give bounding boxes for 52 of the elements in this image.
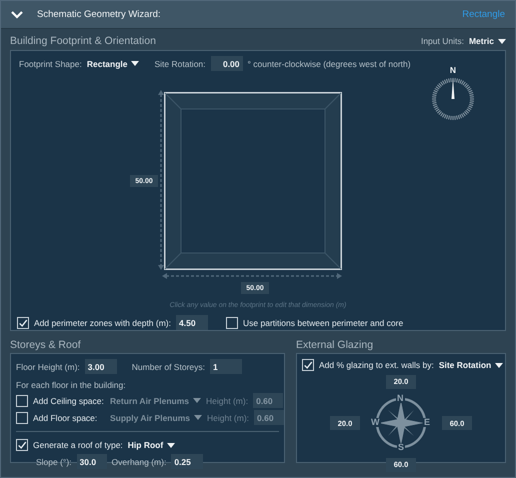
units-label: Input Units: (420, 36, 464, 46)
checkbox[interactable] (16, 394, 28, 406)
height-label: Height (m): (206, 396, 248, 406)
roof-label: Generate a roof of type: (33, 440, 123, 450)
section-title: External Glazing (296, 338, 374, 353)
north-label: N (450, 65, 456, 75)
section-title: Building Footprint & Orientation (10, 34, 156, 49)
rotation-note: ° counter-clockwise (degrees west of north) (248, 58, 411, 68)
caret-icon (131, 61, 140, 66)
shape-label: Footprint Shape: (19, 58, 82, 68)
compass-letter: N (396, 394, 404, 403)
compass-letter: W (370, 418, 380, 427)
roof-dropdown[interactable]: Hip Roof (128, 440, 176, 450)
overhang-label: Overhang (m): (112, 456, 166, 466)
glazing-method-dropdown[interactable]: Site Rotation (438, 360, 504, 370)
rotation-field[interactable]: 0.00 (210, 56, 243, 71)
checkbox[interactable] (16, 412, 28, 424)
caret-icon (167, 442, 176, 448)
floor-height-field[interactable]: 3.00 (84, 359, 117, 374)
checkbox[interactable] (302, 359, 314, 371)
compass-dial-icon (431, 77, 475, 121)
compass-letter: E (423, 418, 432, 427)
storeys-label: Number of Storeys: (132, 362, 205, 372)
caret-icon (194, 415, 202, 420)
partitions-label: Use partitions between perimeter and core (243, 318, 404, 328)
height-label: Height (m): (206, 412, 250, 422)
units-dropdown[interactable]: Metric (468, 36, 506, 46)
checkbox[interactable] (16, 439, 28, 451)
section-title: Storeys & Roof (10, 338, 82, 353)
floor-height-label: Floor Height (m): (16, 362, 80, 372)
chevron-icon[interactable] (11, 10, 23, 18)
plenum-dropdown[interactable]: Return Air Plenums (110, 396, 202, 406)
plenum-label: Add Ceiling space: (33, 396, 105, 406)
slope-label: Slope (°): (36, 456, 72, 466)
checkbox[interactable] (17, 316, 29, 328)
compass-letter: S (397, 443, 406, 452)
caret-icon (498, 38, 506, 44)
perimeter-depth-field[interactable]: 4.50 (176, 315, 208, 330)
slope-field[interactable]: 30.0 (76, 454, 107, 469)
caret-icon (495, 362, 504, 368)
overhang-field[interactable]: 0.25 (171, 454, 204, 469)
shape-dropdown[interactable]: Rectangle (86, 58, 140, 68)
plenum-dropdown[interactable]: Supply Air Plenums (110, 412, 202, 422)
wizard-title: Schematic Geometry Wizard: (37, 9, 161, 20)
rotation-label: Site Rotation: (154, 58, 206, 68)
caret-icon (193, 398, 202, 403)
glazing-label: Add % glazing to ext. walls by: (319, 360, 434, 370)
floor-note: For each floor in the building: (16, 380, 127, 390)
perimeter-label: Add perimeter zones with depth (m): (34, 318, 172, 328)
storeys-field[interactable]: 1 (210, 359, 242, 374)
plenum-label: Add Floor space: (33, 412, 98, 422)
checkbox[interactable] (226, 316, 238, 328)
